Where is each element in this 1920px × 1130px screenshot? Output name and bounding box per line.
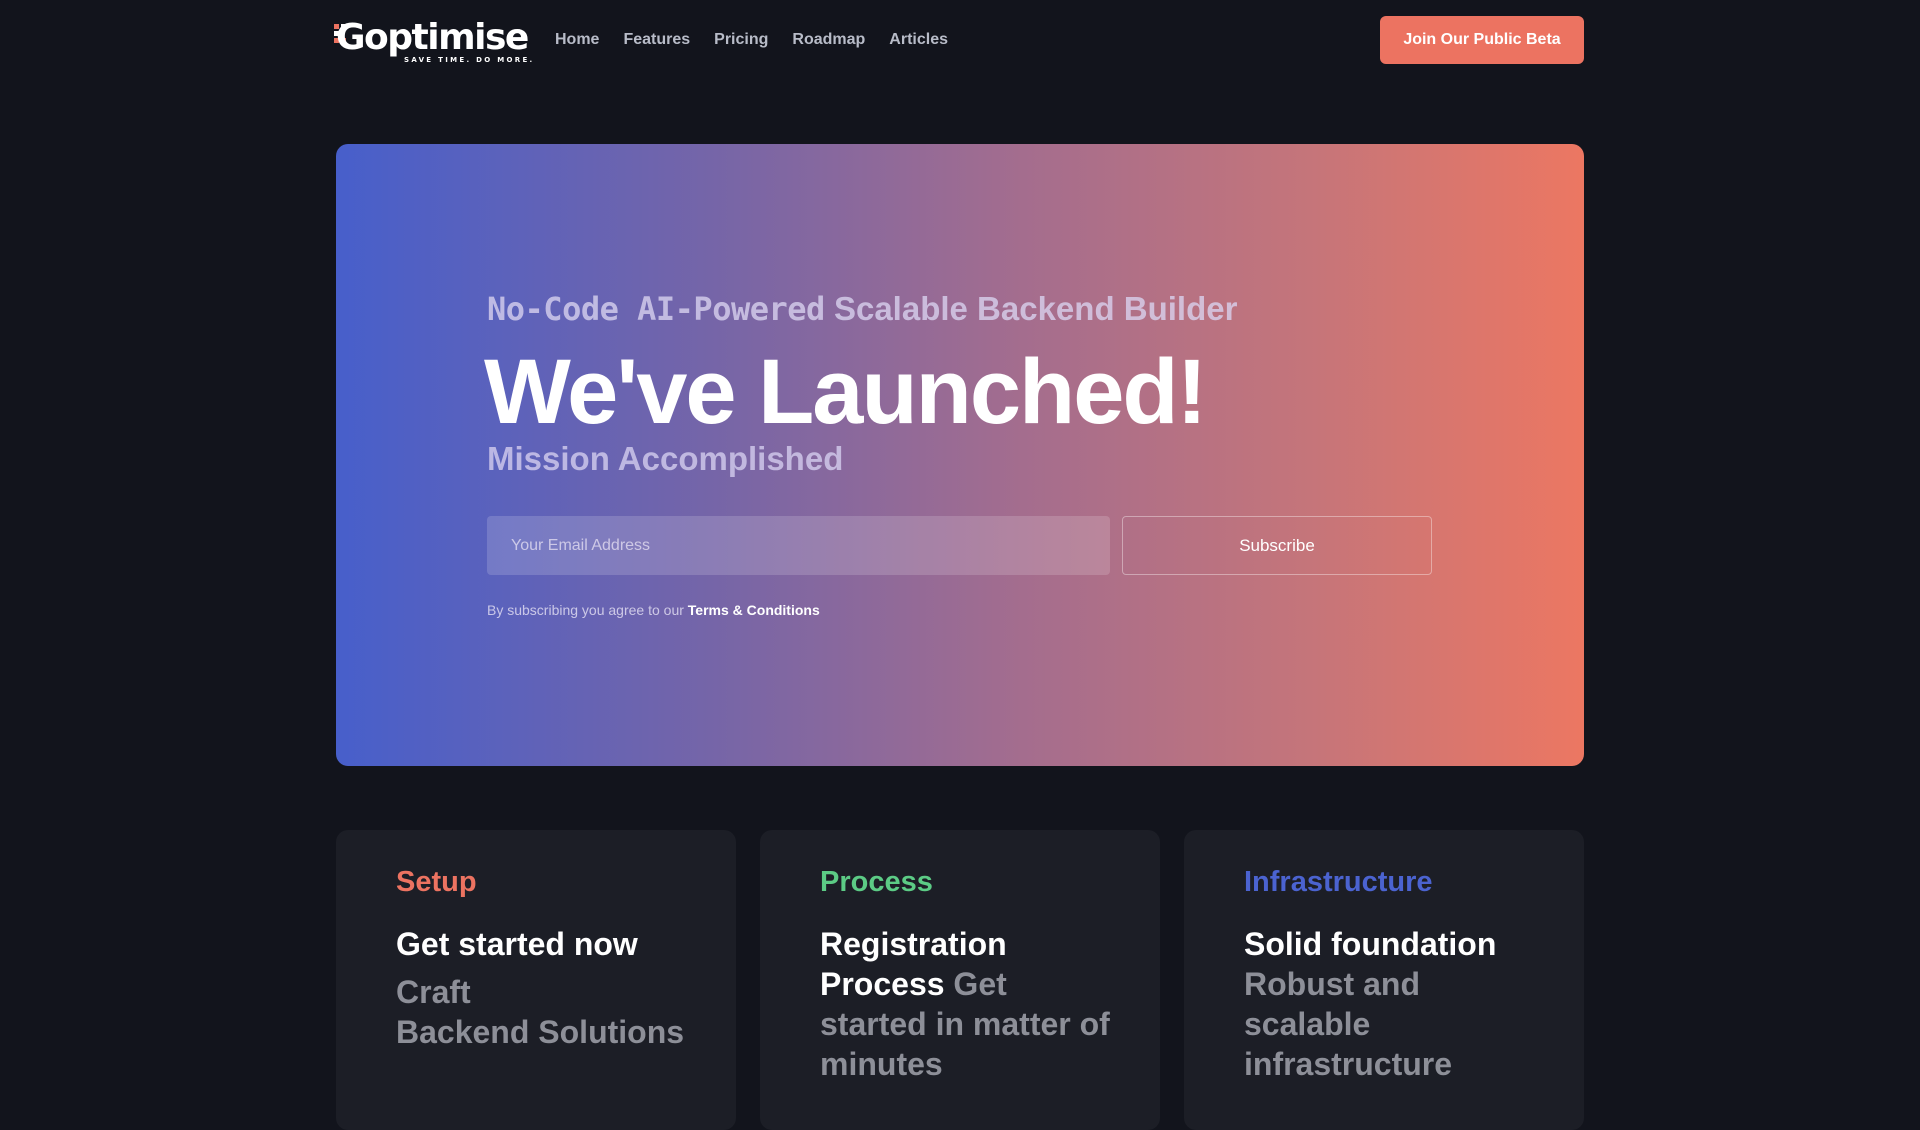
terms-conditions-link[interactable]: Terms & Conditions bbox=[688, 602, 820, 618]
email-field[interactable] bbox=[487, 516, 1110, 575]
card-description-line: Backend Solutions bbox=[396, 1014, 685, 1050]
nav-link-articles[interactable]: Articles bbox=[889, 31, 948, 49]
nav-link-features[interactable]: Features bbox=[623, 31, 690, 49]
join-public-beta-button[interactable]: Join Our Public Beta bbox=[1380, 16, 1584, 64]
feature-card-process: Process Registration Process Get started… bbox=[760, 830, 1160, 1130]
hero-tagline: Mission Accomplished bbox=[487, 440, 844, 477]
goptimise-logo[interactable]: Goptimise SAVE TIME. DO MORE. bbox=[334, 18, 532, 64]
card-label-infrastructure: Infrastructure bbox=[1244, 866, 1433, 898]
card-text-process: Registration Process Get started in matt… bbox=[820, 924, 1120, 1084]
logo-tagline: SAVE TIME. DO MORE. bbox=[404, 56, 535, 64]
hero-banner: No-Code AI-Powered Scalable Backend Buil… bbox=[336, 144, 1584, 766]
hero-subtitle-rest: Scalable Backend Builder bbox=[833, 290, 1238, 327]
subscribe-button[interactable]: Subscribe bbox=[1122, 516, 1432, 575]
card-text-setup: Get started now Craft Backend Solutions bbox=[396, 924, 696, 1052]
feature-card-setup: Setup Get started now Craft Backend Solu… bbox=[336, 830, 736, 1130]
nav-link-roadmap[interactable]: Roadmap bbox=[792, 31, 865, 49]
card-label-setup: Setup bbox=[396, 866, 477, 898]
top-navbar: Goptimise SAVE TIME. DO MORE. Home Featu… bbox=[334, 16, 1584, 64]
card-text-infrastructure: Solid foundation Robust and scalable inf… bbox=[1244, 924, 1544, 1084]
card-description: Robust and scalable infrastructure bbox=[1244, 966, 1453, 1082]
hero-subtitle: No-Code AI-Powered Scalable Backend Buil… bbox=[487, 290, 1237, 328]
card-description-line: Craft bbox=[396, 974, 471, 1010]
hero-title: We've Launched! bbox=[484, 341, 1207, 443]
nav-links: Home Features Pricing Roadmap Articles bbox=[555, 16, 948, 64]
hero-subtitle-mono: No-Code AI-Powered bbox=[487, 290, 825, 328]
terms-prefix: By subscribing you agree to our bbox=[487, 602, 684, 618]
nav-link-pricing[interactable]: Pricing bbox=[714, 31, 768, 49]
terms-notice: By subscribing you agree to our Terms & … bbox=[487, 602, 820, 618]
logo-wordmark: Goptimise bbox=[336, 17, 529, 58]
nav-link-home[interactable]: Home bbox=[555, 31, 599, 49]
card-heading: Solid foundation bbox=[1244, 926, 1497, 962]
feature-card-infrastructure: Infrastructure Solid foundation Robust a… bbox=[1184, 830, 1584, 1130]
card-heading: Get started now bbox=[396, 926, 638, 962]
card-label-process: Process bbox=[820, 866, 933, 898]
